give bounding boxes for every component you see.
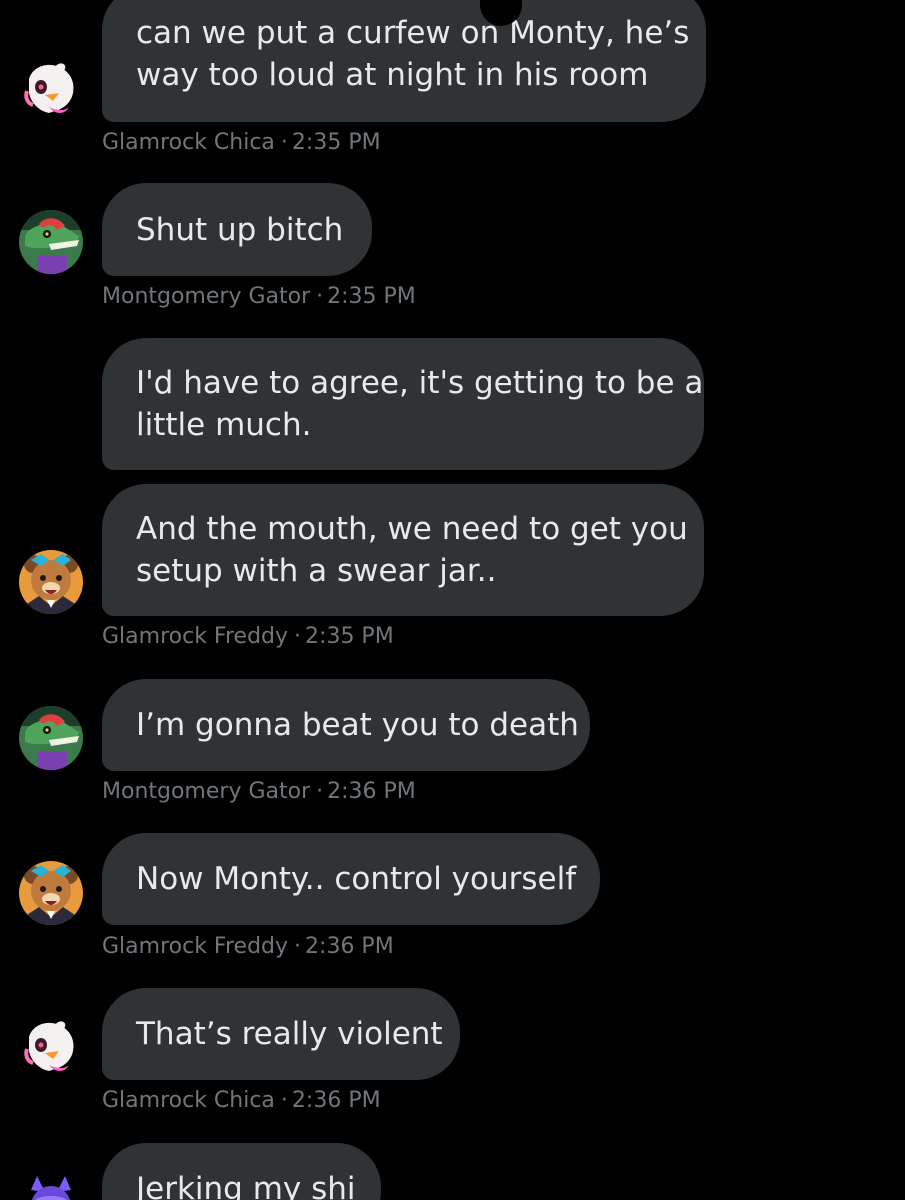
message-text-line: I’m gonna beat you to death (136, 707, 579, 743)
sender-name[interactable]: Montgomery Gator (102, 779, 310, 804)
freddy-avatar[interactable] (19, 550, 83, 614)
message-text-line: way too loud at night in his room (136, 57, 649, 93)
message-bubble[interactable]: Shut up bitch (102, 183, 372, 276)
message-text-line: And the mouth, we need to get you (136, 511, 688, 547)
monty-avatar[interactable] (19, 706, 83, 770)
message-text-line: Now Monty.. control yourself (136, 861, 577, 897)
message-meta: Glamrock Freddy · 2:35 PM (102, 623, 394, 651)
message-meta: Glamrock Chica · 2:36 PM (102, 1087, 381, 1115)
message-meta: Montgomery Gator · 2:35 PM (102, 283, 416, 311)
message-meta: Glamrock Chica · 2:35 PM (102, 129, 381, 157)
message-bubble[interactable]: can we put a curfew on Monty, he’s way to… (102, 0, 706, 122)
meta-separator: · (280, 1088, 288, 1113)
freddy-avatar[interactable] (19, 861, 83, 925)
sender-name[interactable]: Glamrock Chica (102, 1088, 275, 1113)
message-bubble[interactable]: I’m gonna beat you to death (102, 679, 590, 771)
message-bubble[interactable]: I'd have to agree, it's getting to be a l… (102, 338, 704, 470)
message-text-line: little much. (136, 407, 312, 443)
message-timestamp: 2:35 PM (327, 284, 416, 309)
chica-avatar[interactable] (19, 1015, 83, 1079)
message-timestamp: 2:36 PM (327, 779, 416, 804)
message-text-line: Shut up bitch (136, 211, 344, 248)
message-timestamp: 2:36 PM (305, 934, 394, 959)
message-text-line: I'd have to agree, it's getting to be a (136, 365, 704, 401)
message-text-line: That’s really violent (136, 1016, 443, 1052)
message-timestamp: 2:35 PM (291, 130, 381, 155)
message-thread[interactable]: can we put a curfew on Monty, he’s way to… (0, 0, 905, 1200)
sender-name[interactable]: Glamrock Freddy (102, 934, 288, 959)
meta-separator: · (294, 624, 302, 649)
chica-avatar[interactable] (19, 57, 83, 121)
meta-separator: · (316, 284, 324, 309)
message-meta: Montgomery Gator · 2:36 PM (102, 778, 416, 806)
sender-name[interactable]: Montgomery Gator (102, 284, 310, 309)
message-timestamp: 2:36 PM (291, 1088, 381, 1113)
sender-name[interactable]: Glamrock Freddy (102, 624, 288, 649)
meta-separator: · (294, 934, 302, 959)
message-text-line: setup with a swear jar.. (136, 553, 497, 589)
monty-avatar[interactable] (19, 210, 83, 274)
message-text-line: Jerking my shi (136, 1171, 356, 1200)
message-text-line: can we put a curfew on Monty, he’s (136, 15, 690, 51)
message-meta: Glamrock Freddy · 2:36 PM (102, 933, 394, 961)
message-timestamp: 2:35 PM (305, 624, 394, 649)
message-bubble[interactable]: Now Monty.. control yourself (102, 833, 600, 925)
sender-name[interactable]: Glamrock Chica (102, 130, 275, 155)
meta-separator: · (280, 130, 288, 155)
roxy-avatar[interactable] (19, 1168, 83, 1200)
message-bubble[interactable]: And the mouth, we need to get you setup w… (102, 484, 704, 616)
meta-separator: · (316, 779, 324, 804)
message-bubble[interactable]: That’s really violent (102, 988, 460, 1080)
message-bubble[interactable]: Jerking my shi (102, 1143, 381, 1200)
